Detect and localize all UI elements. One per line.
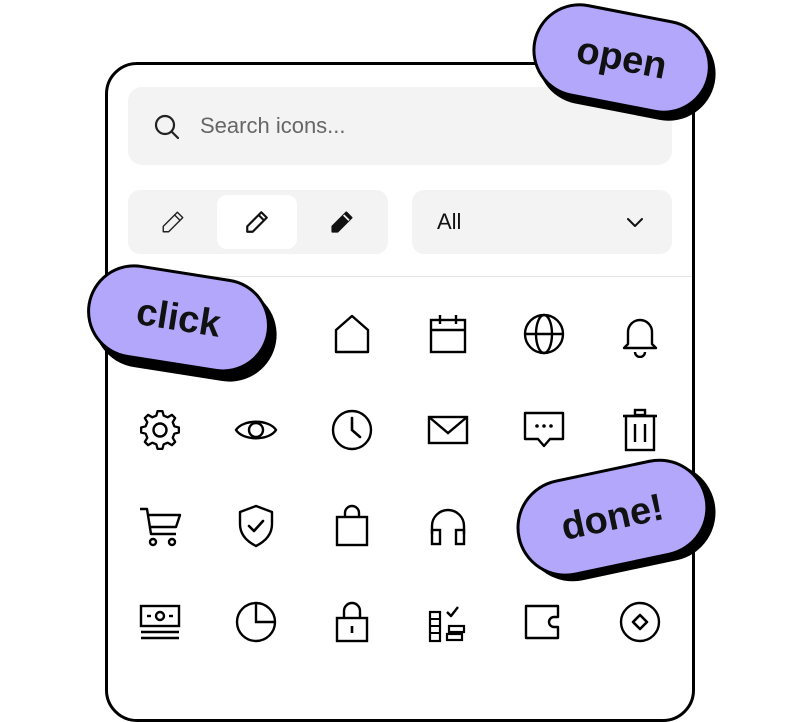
pencil-icon [246, 211, 268, 233]
lock-icon [335, 601, 369, 643]
chevron-down-icon [627, 218, 643, 227]
icon-diamond-coin[interactable] [610, 592, 670, 652]
icon-calendar[interactable] [418, 304, 478, 364]
icon-trash[interactable] [610, 400, 670, 460]
style-option-regular[interactable] [217, 195, 297, 249]
icon-wallet[interactable] [514, 592, 574, 652]
icon-chat[interactable] [514, 400, 574, 460]
diamond-coin-icon [619, 601, 661, 643]
style-option-filled[interactable] [302, 195, 382, 249]
search-icon [154, 114, 180, 140]
search-input[interactable] [200, 109, 640, 143]
shield-check-icon [238, 504, 274, 548]
style-option-outline[interactable] [133, 195, 213, 249]
icon-cart[interactable] [130, 496, 190, 556]
eye-icon [234, 420, 278, 440]
icon-pie-chart[interactable] [226, 592, 286, 652]
globe-icon [523, 313, 565, 355]
pencil-filled-icon [331, 211, 353, 233]
calendar-icon [429, 315, 467, 354]
icon-lock[interactable] [322, 592, 382, 652]
icon-bell[interactable] [610, 304, 670, 364]
icon-clock[interactable] [322, 400, 382, 460]
icon-checklist[interactable] [418, 592, 478, 652]
chat-icon [523, 411, 565, 448]
pencil-outline-icon [162, 211, 184, 233]
icon-bag[interactable] [322, 496, 382, 556]
money-icon [139, 604, 181, 640]
icon-gear[interactable] [130, 400, 190, 460]
cart-icon [140, 507, 182, 547]
icon-style-toggle [128, 190, 388, 254]
headphones-icon [430, 508, 466, 546]
category-select-value: All [437, 209, 462, 234]
icon-headphones[interactable] [418, 496, 478, 556]
icon-shield-check[interactable] [226, 496, 286, 556]
bag-icon [335, 504, 369, 547]
gear-icon [139, 409, 181, 451]
category-select[interactable]: All [412, 190, 672, 254]
icon-money[interactable] [130, 592, 190, 652]
icon-eye[interactable] [226, 400, 286, 460]
bell-icon [622, 318, 658, 358]
clock-icon [331, 409, 373, 451]
icon-mail[interactable] [418, 400, 478, 460]
checklist-icon [428, 606, 466, 643]
home-icon [334, 314, 370, 354]
icon-home[interactable] [322, 304, 382, 364]
trash-icon [623, 408, 657, 452]
pie-chart-icon [235, 601, 277, 643]
mail-icon [427, 415, 469, 445]
icon-globe[interactable] [514, 304, 574, 364]
wallet-icon [524, 604, 560, 640]
